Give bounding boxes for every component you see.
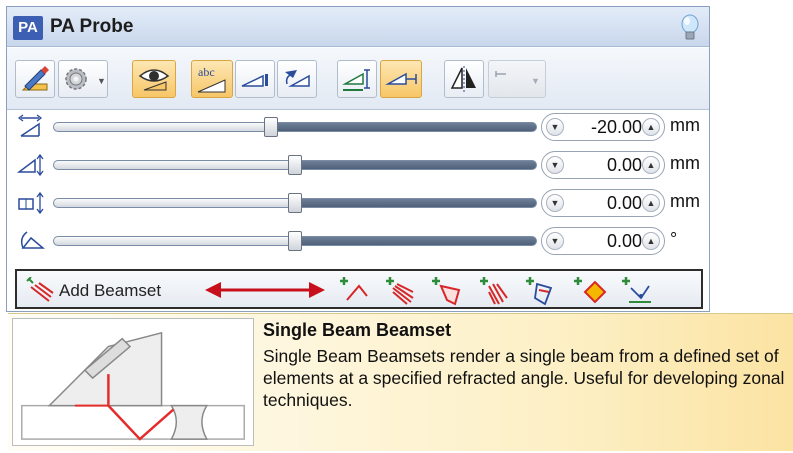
height-offset-icon — [18, 191, 44, 215]
probe-rotation-button[interactable] — [277, 60, 317, 98]
add-sectorial-beamset-icon[interactable] — [381, 274, 415, 306]
beamset-tooltip: Single Beam Beamset Single Beam Beamsets… — [8, 313, 793, 451]
increment-button[interactable]: ▲ — [642, 118, 660, 136]
slider-row-skew-angle: ▼ 0.00 ▲ ° — [7, 222, 709, 260]
index-offset-slider[interactable] — [53, 117, 537, 137]
scan-offset-spinner[interactable]: ▼ 0.00 ▲ — [541, 151, 665, 179]
panel-title: PA Probe — [50, 16, 134, 37]
slider-thumb[interactable] — [288, 155, 302, 175]
mirror-button[interactable] — [444, 60, 484, 98]
slider-thumb[interactable] — [263, 117, 278, 137]
view-toggle-button[interactable] — [132, 60, 176, 98]
slider-thumb[interactable] — [288, 231, 302, 251]
add-linear-beamset-icon[interactable] — [475, 274, 509, 306]
add-beamset-label[interactable]: Add Beamset — [59, 281, 161, 301]
unit-label: mm — [670, 153, 700, 173]
pa-probe-panel: PA PA Probe ▼ abc ▼ ▼ -20.00 ▲ mm ▼ 0.00… — [6, 6, 710, 312]
skew-angle-icon — [20, 231, 45, 249]
eye-icon — [138, 69, 170, 91]
increment-button[interactable]: ▲ — [642, 194, 660, 212]
index-offset-icon — [342, 69, 370, 91]
gear-icon — [65, 68, 87, 90]
abc-label-icon: abc — [197, 65, 226, 93]
skew-offset-icon — [385, 72, 417, 85]
add-beamset-icon — [26, 277, 54, 302]
skew-angle-spinner[interactable]: ▼ 0.00 ▲ — [541, 227, 665, 255]
scan-offset-slider[interactable] — [53, 155, 537, 175]
add-tfm-beamset-icon[interactable] — [617, 274, 653, 306]
double-arrow-icon — [205, 282, 325, 298]
slider-row-height-offset: ▼ 0.00 ▲ mm — [7, 184, 709, 222]
ruler-pencil-icon — [21, 66, 49, 91]
increment-button[interactable]: ▲ — [642, 156, 660, 174]
rotate-probe-icon — [285, 70, 310, 87]
chevron-down-icon: ▼ — [531, 76, 540, 86]
decrement-button[interactable]: ▼ — [546, 118, 564, 136]
unit-label: mm — [670, 115, 700, 135]
tooltip-description: Single Beam Beamsets render a single bea… — [263, 346, 785, 410]
scan-offset-value[interactable]: 0.00 — [564, 155, 642, 176]
pa-badge: PA — [13, 16, 43, 40]
tooltip-title: Single Beam Beamset — [263, 320, 452, 340]
decrement-button[interactable]: ▼ — [546, 156, 564, 174]
slider-row-scan-offset: ▼ 0.00 ▲ mm — [7, 146, 709, 184]
add-single-beam-icon[interactable] — [335, 274, 369, 306]
increment-button[interactable]: ▲ — [642, 232, 660, 250]
disabled-dropdown-button[interactable]: ▼ — [488, 60, 546, 98]
index-offset-button[interactable] — [337, 60, 377, 98]
skew-angle-slider[interactable] — [53, 231, 537, 251]
ruler-pencil-button[interactable] — [15, 60, 55, 98]
title-bar: PA PA Probe — [7, 7, 709, 47]
lightbulb-icon[interactable] — [679, 14, 701, 42]
height-offset-value[interactable]: 0.00 — [564, 193, 642, 214]
add-compound-beamset-icon[interactable] — [521, 274, 557, 306]
slider-thumb[interactable] — [288, 193, 302, 213]
unit-label: ° — [670, 229, 678, 249]
add-zonal-beamset-icon[interactable] — [569, 274, 609, 306]
index-offset-spinner[interactable]: ▼ -20.00 ▲ — [541, 113, 665, 141]
single-beam-preview-image — [12, 318, 254, 446]
scan-offset-icon — [17, 153, 44, 177]
disabled-option-icon — [495, 71, 506, 77]
skew-angle-value[interactable]: 0.00 — [564, 231, 642, 252]
slider-row-index-offset: ▼ -20.00 ▲ mm — [7, 108, 709, 146]
index-offset-value[interactable]: -20.00 — [564, 117, 642, 138]
wedge-icon — [241, 74, 268, 87]
decrement-button[interactable]: ▼ — [546, 232, 564, 250]
unit-label: mm — [670, 191, 700, 211]
height-offset-slider[interactable] — [53, 193, 537, 213]
toolbar: ▼ abc ▼ — [7, 48, 709, 110]
add-focused-beamset-icon[interactable] — [427, 274, 463, 306]
add-beamset-toolbar: Add Beamset — [15, 269, 703, 309]
index-offset-icon — [17, 114, 43, 137]
height-offset-spinner[interactable]: ▼ 0.00 ▲ — [541, 189, 665, 217]
wedge-button[interactable] — [235, 60, 275, 98]
labels-toggle-button[interactable]: abc — [191, 60, 233, 98]
settings-button[interactable]: ▼ — [58, 60, 108, 98]
chevron-down-icon: ▼ — [97, 76, 106, 86]
decrement-button[interactable]: ▼ — [546, 194, 564, 212]
skew-offset-button[interactable] — [380, 60, 422, 98]
svg-text:abc: abc — [198, 65, 215, 79]
mirror-icon — [450, 66, 476, 92]
